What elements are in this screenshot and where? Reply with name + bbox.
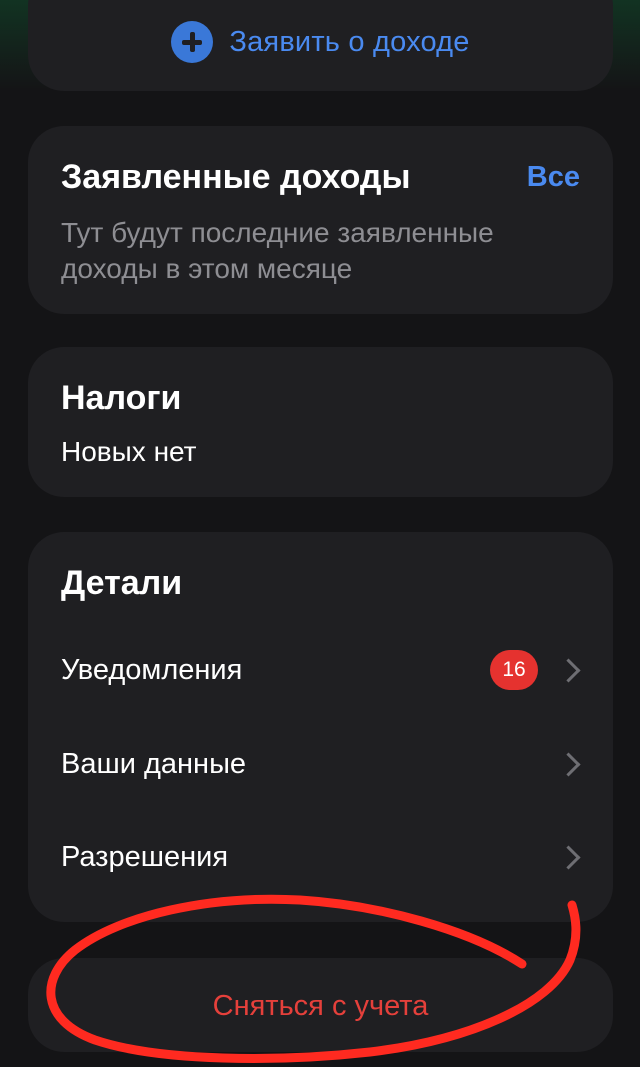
declared-empty-line-1: Тут будут последние заявленные [61, 217, 494, 248]
declared-incomes-card: Заявленные доходы Все Тут будут последни… [28, 126, 613, 314]
details-card: Детали Уведомления 16 Ваши данные Разреш… [28, 532, 613, 922]
details-item-your-data[interactable]: Ваши данные [61, 739, 583, 789]
chevron-right-icon [556, 657, 581, 683]
notifications-count-badge: 16 [490, 650, 538, 690]
deregister-label: Сняться с учета [212, 989, 429, 1022]
chevron-right-icon [556, 751, 581, 777]
details-item-permissions[interactable]: Разрешения [61, 832, 583, 882]
taxes-title: Налоги [61, 379, 182, 417]
details-title: Детали [61, 564, 183, 602]
declared-incomes-title: Заявленные доходы [61, 158, 411, 196]
chevron-right-icon [556, 844, 581, 870]
all-link[interactable]: Все [527, 161, 580, 194]
plus-circle-icon [171, 21, 214, 63]
declare-income-label: Заявить о доходе [229, 25, 470, 58]
taxes-status: Новых нет [61, 436, 197, 467]
details-item-notifications[interactable]: Уведомления 16 [61, 645, 583, 695]
details-item-label: Разрешения [61, 840, 229, 873]
details-item-label: Ваши данные [61, 747, 247, 780]
taxes-card[interactable]: Налоги Новых нет [28, 347, 613, 497]
declared-empty-text: Тут будут последние заявленные доходы в … [61, 215, 580, 287]
deregister-button[interactable]: Сняться с учета [28, 958, 613, 1052]
declared-empty-line-2: доходы в этом месяце [61, 253, 353, 284]
declare-income-button[interactable]: Заявить о доходе [28, 0, 613, 91]
details-item-label: Уведомления [61, 653, 243, 686]
